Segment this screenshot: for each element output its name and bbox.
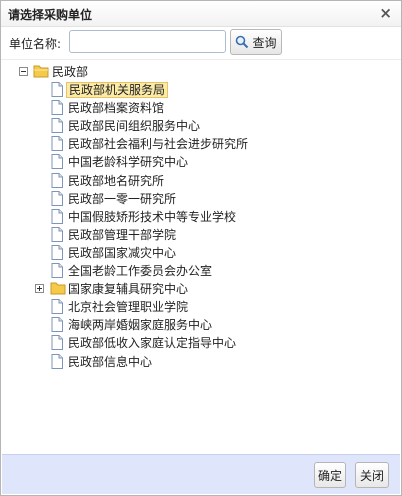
- collapse-icon[interactable]: [19, 67, 28, 76]
- expand-icon[interactable]: [35, 284, 44, 294]
- document-icon: [51, 190, 63, 206]
- tree-leaf-node[interactable]: 民政部地名研究所: [1, 172, 401, 190]
- close-button[interactable]: 关闭: [355, 462, 389, 488]
- folder-open-icon: [33, 65, 49, 78]
- tree-node-label: 中国老龄科学研究中心: [68, 155, 189, 170]
- dialog-titlebar: 请选择采购单位 ×: [1, 1, 401, 27]
- close-icon[interactable]: ×: [379, 4, 392, 22]
- tree-node-label: 海峡两岸婚姻家庭服务中心: [68, 318, 213, 333]
- tree-leaf-node[interactable]: 民政部一零一研究所: [1, 190, 401, 208]
- document-icon: [51, 100, 63, 116]
- document-icon: [51, 226, 63, 242]
- tree-node-label: 民政部信息中心: [68, 354, 153, 369]
- tree-node-label: 民政部管理干部学院: [68, 227, 177, 242]
- document-icon: [51, 208, 63, 224]
- tree-folder-node[interactable]: 国家康复辅具研究中心: [1, 280, 401, 298]
- unit-name-input[interactable]: [69, 30, 226, 53]
- tree-leaf-node[interactable]: 民政部社会福利与社会进步研究所: [1, 135, 401, 153]
- tree-node-label: 民政部民间组织服务中心: [68, 119, 201, 134]
- tree-leaf-node[interactable]: 北京社会管理职业学院: [1, 298, 401, 316]
- tree-leaf-node[interactable]: 海峡两岸婚姻家庭服务中心: [1, 316, 401, 334]
- tree-node-label: 民政部地名研究所: [68, 173, 165, 188]
- document-icon: [51, 118, 63, 134]
- tree-leaf-node[interactable]: 全国老龄工作委员会办公室: [1, 262, 401, 280]
- document-icon: [51, 82, 63, 97]
- confirm-button[interactable]: 确定: [314, 462, 346, 488]
- tree-node-label: 民政部社会福利与社会进步研究所: [68, 137, 249, 152]
- search-bar: 单位名称: 查询: [1, 28, 401, 56]
- document-icon: [51, 263, 63, 278]
- query-button-label: 查询: [252, 35, 277, 50]
- tree-leaf-node[interactable]: 民政部管理干部学院: [1, 226, 401, 244]
- tree-node-label: 民政部国家减灾中心: [68, 245, 177, 260]
- tree-node-label: 国家康复辅具研究中心: [68, 282, 189, 297]
- tree-node-label: 中国假肢矫形技术中等专业学校: [68, 209, 237, 224]
- dialog-footer: 确定 关闭: [2, 454, 400, 494]
- tree-leaf-node[interactable]: 民政部信息中心: [1, 353, 401, 371]
- document-icon: [51, 136, 63, 152]
- tree-node-label: 民政部一零一研究所: [68, 191, 177, 206]
- tree-leaf-node[interactable]: 民政部机关服务局: [1, 81, 401, 99]
- document-icon: [51, 317, 63, 333]
- tree-node-label: 民政部档案资料馆: [68, 101, 165, 116]
- tree-leaf-node[interactable]: 民政部档案资料馆: [1, 99, 401, 117]
- tree-node-label: 民政部机关服务局: [66, 82, 169, 98]
- tree-root-node[interactable]: 民政部: [1, 63, 401, 81]
- search-icon: [236, 35, 249, 49]
- tree-leaf-node[interactable]: 民政部低收入家庭认定指导中心: [1, 334, 401, 352]
- unit-tree: 民政部 民政部机关服务局 民政部档案资料馆民政部民间组织服务中心民政部社会福利与社…: [1, 59, 401, 453]
- document-icon: [51, 353, 63, 369]
- folder-icon: [50, 282, 66, 295]
- tree-node-label: 北京社会管理职业学院: [68, 300, 189, 315]
- document-icon: [51, 299, 63, 315]
- document-icon: [51, 154, 63, 170]
- unit-name-label: 单位名称:: [9, 37, 62, 51]
- document-icon: [51, 244, 63, 260]
- query-button[interactable]: 查询: [230, 29, 282, 55]
- select-purchasing-unit-dialog: 请选择采购单位 × 单位名称: 查询 民政部 民政部机关服务局 民政部档案资料馆民…: [0, 0, 402, 496]
- document-icon: [51, 172, 63, 188]
- document-icon: [51, 335, 63, 351]
- tree-leaf-node[interactable]: 中国假肢矫形技术中等专业学校: [1, 208, 401, 226]
- tree-leaf-node[interactable]: 中国老龄科学研究中心: [1, 153, 401, 171]
- tree-root-label: 民政部: [52, 65, 89, 79]
- tree-leaf-node[interactable]: 民政部民间组织服务中心: [1, 117, 401, 135]
- tree-node-label: 民政部低收入家庭认定指导中心: [68, 336, 237, 351]
- tree-node-label: 全国老龄工作委员会办公室: [68, 264, 213, 278]
- dialog-title: 请选择采购单位: [8, 8, 93, 22]
- tree-leaf-node[interactable]: 民政部国家减灾中心: [1, 244, 401, 262]
